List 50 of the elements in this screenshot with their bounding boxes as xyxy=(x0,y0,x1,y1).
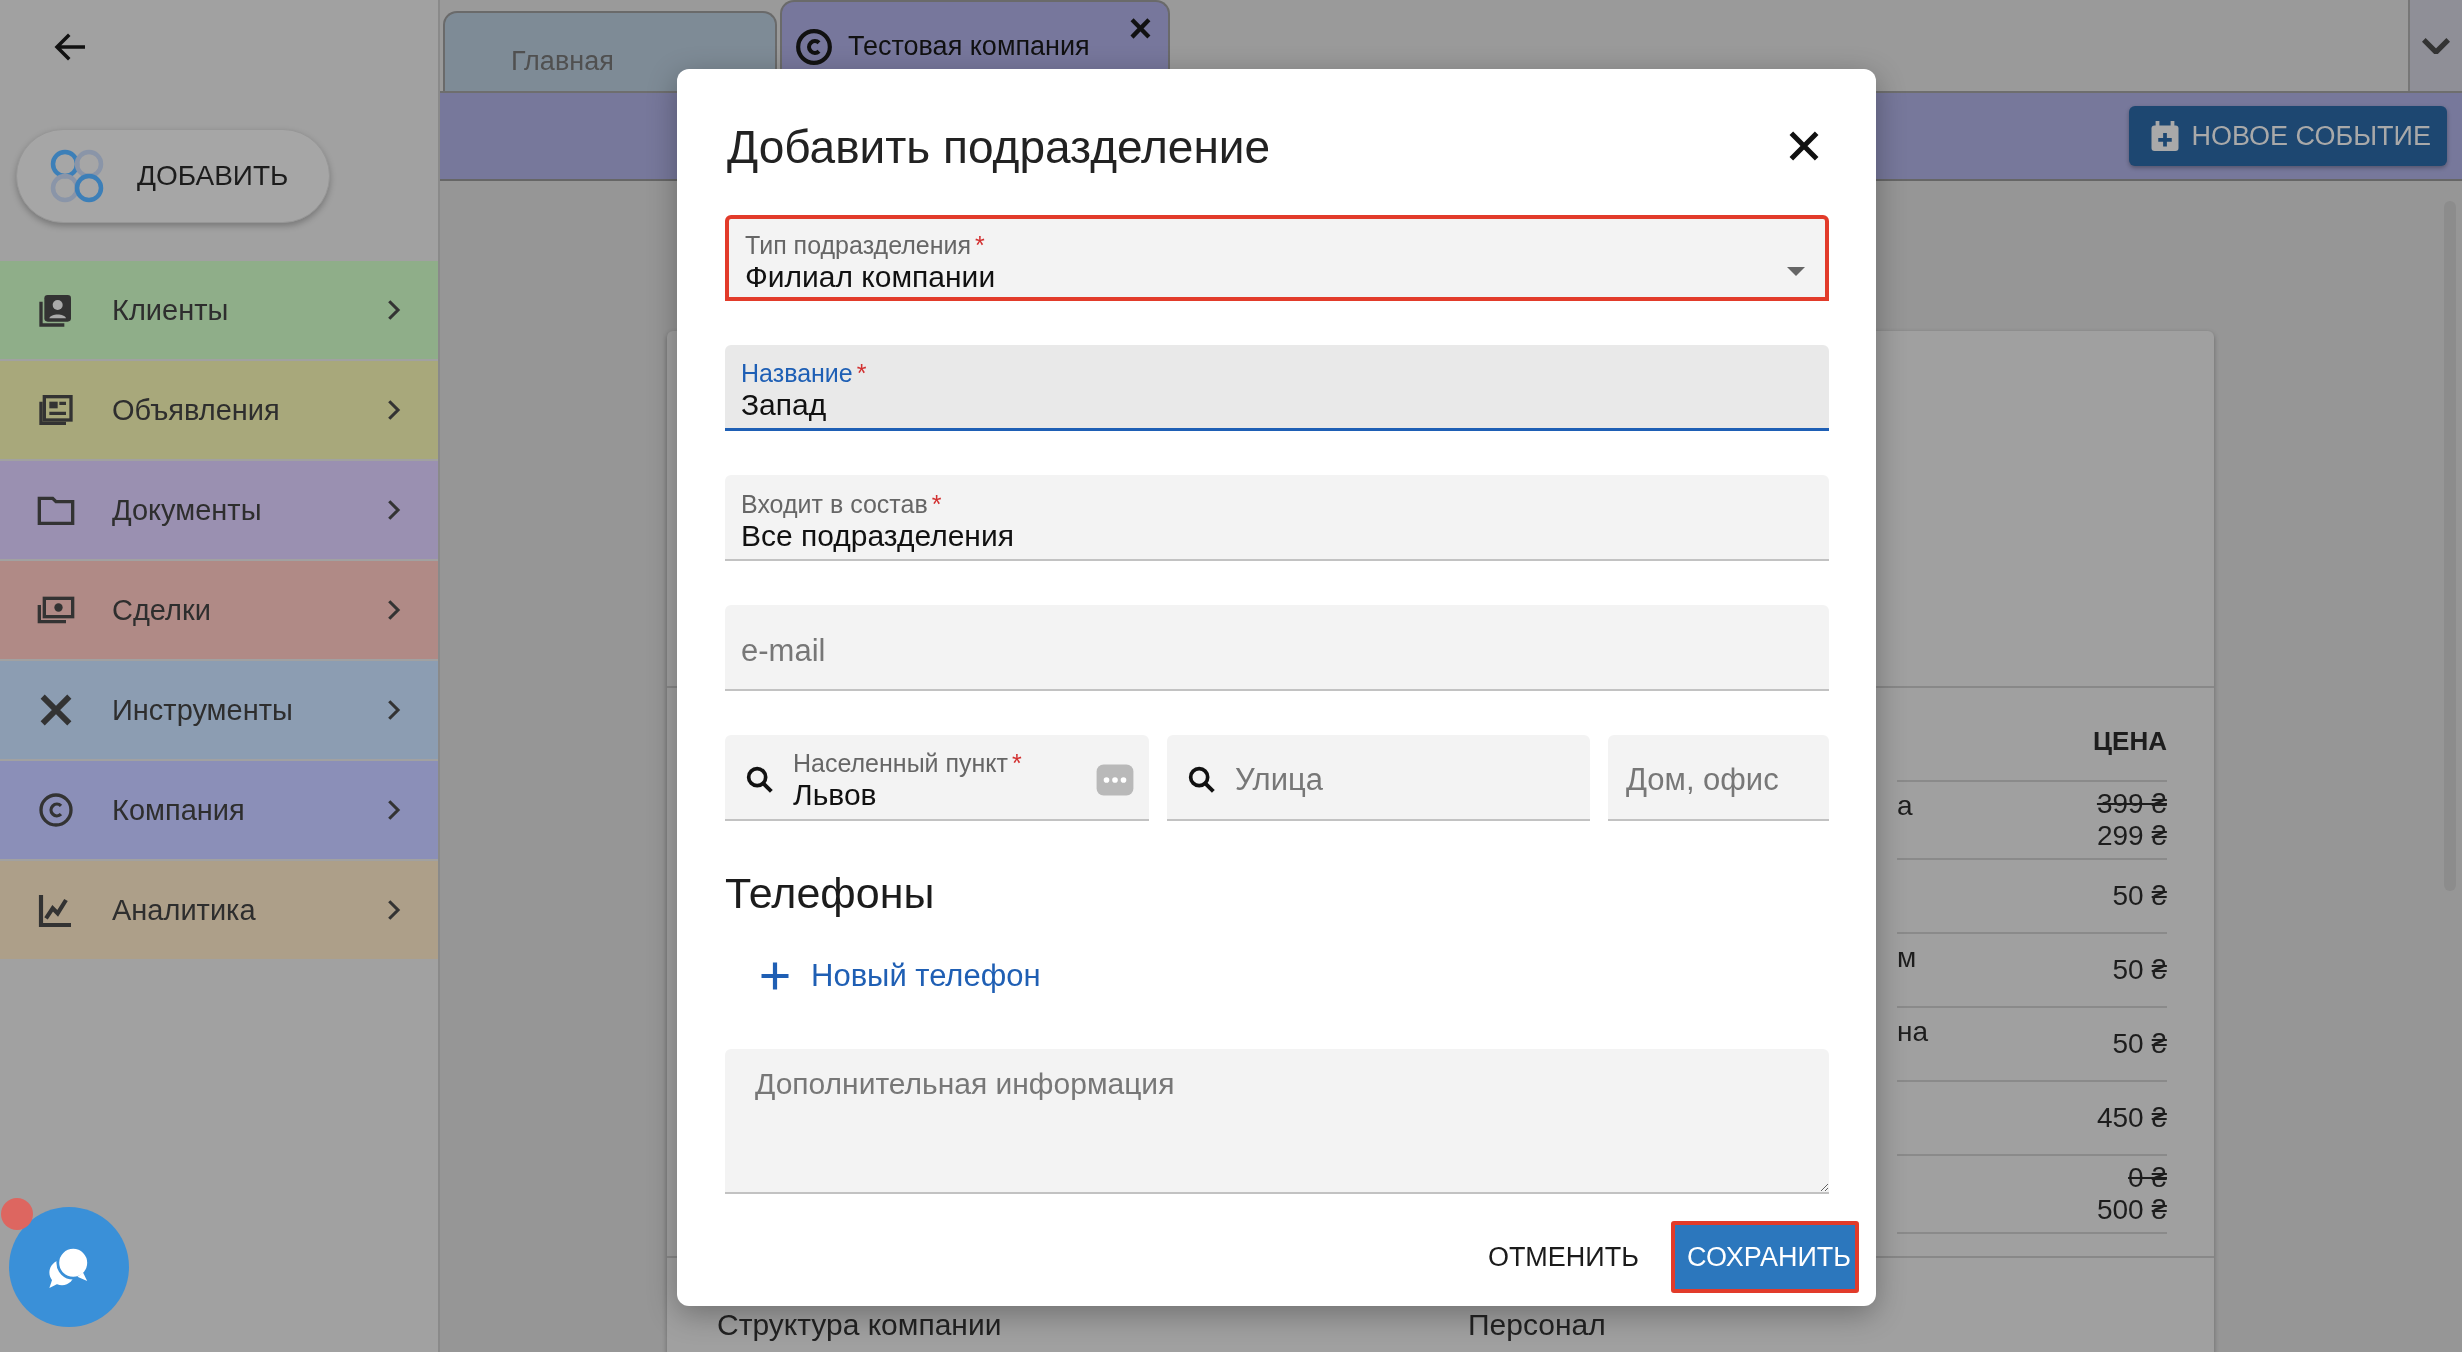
close-tab-button[interactable]: × xyxy=(1128,6,1152,51)
field-input[interactable]: Филиал компании xyxy=(745,259,1809,294)
field-input[interactable]: Все подразделения xyxy=(741,518,1813,553)
text-field[interactable]: e-mail xyxy=(725,605,1829,691)
price: 500 ₴ xyxy=(2096,1194,2167,1226)
old-price: 399 ₴ xyxy=(2096,788,2167,820)
notes-input[interactable]: Дополнительная информация xyxy=(725,1049,1829,1192)
chevron-down-icon xyxy=(2422,37,2450,54)
price: 299 ₴ xyxy=(2096,820,2167,852)
old-price: 0 ₴ xyxy=(2128,1162,2167,1194)
table-cell-text: на xyxy=(1897,1015,1929,1048)
field-input[interactable]: Львов xyxy=(793,777,1079,812)
autofill-icon xyxy=(1095,763,1135,797)
field-input[interactable]: Запад xyxy=(741,388,1813,422)
add-phone-link[interactable]: Новый телефон xyxy=(757,958,1041,994)
text-field[interactable]: Населенный пункт * Львов xyxy=(725,735,1149,821)
select-field[interactable]: Тип подразделения * Филиал компании xyxy=(725,215,1829,301)
save-button[interactable]: СОХРАНИТЬ xyxy=(1671,1221,1859,1293)
table-cell-text: м xyxy=(1897,941,1917,974)
sidebar-item[interactable]: Клиенты xyxy=(0,261,438,359)
cancel-button[interactable]: ОТМЕНИТЬ xyxy=(1475,1221,1651,1293)
text-field[interactable]: Входит в состав * Все подразделения xyxy=(725,475,1829,561)
tabs-dropdown-button[interactable] xyxy=(2408,0,2462,91)
text-field[interactable]: Название * Запад xyxy=(725,345,1829,431)
table-cell-text: а xyxy=(1897,789,1913,822)
field-input[interactable]: Улица xyxy=(1235,762,1576,798)
field-input[interactable]: Дом, офис xyxy=(1626,762,1815,798)
section-heading: Телефоны xyxy=(725,869,936,918)
section-heading: Структура компании xyxy=(717,1308,1003,1342)
sidebar-item[interactable]: Аналитика xyxy=(0,861,438,959)
sidebar-item[interactable]: Сделки xyxy=(0,561,438,659)
text-field[interactable]: Улица xyxy=(1167,735,1590,821)
copyright-icon xyxy=(794,26,834,67)
section-heading: Персонал xyxy=(1468,1308,1607,1342)
new-event-button[interactable]: НОВОЕ СОБЫТИЕ xyxy=(2129,106,2447,166)
price: 50 ₴ xyxy=(2112,954,2167,986)
text-field[interactable]: Дом, офис xyxy=(1608,735,1829,821)
price: 50 ₴ xyxy=(2112,1028,2167,1060)
dialog-title: Добавить подразделение xyxy=(726,120,1271,174)
copyright-icon xyxy=(36,790,76,830)
add-button[interactable]: ДОБАВИТЬ xyxy=(16,129,330,223)
sidebar-item[interactable]: Объявления xyxy=(0,361,438,459)
price: 50 ₴ xyxy=(2112,880,2167,912)
sidebar-item[interactable]: Документы xyxy=(0,461,438,559)
sidebar-item[interactable]: Инструменты xyxy=(0,661,438,759)
price: 450 ₴ xyxy=(2096,1102,2167,1134)
caret-icon xyxy=(1787,267,1805,276)
field-input[interactable]: e-mail xyxy=(741,633,1813,669)
column-header: ЦЕНА xyxy=(2093,726,2167,757)
sidebar-item[interactable]: Компания xyxy=(0,761,438,859)
